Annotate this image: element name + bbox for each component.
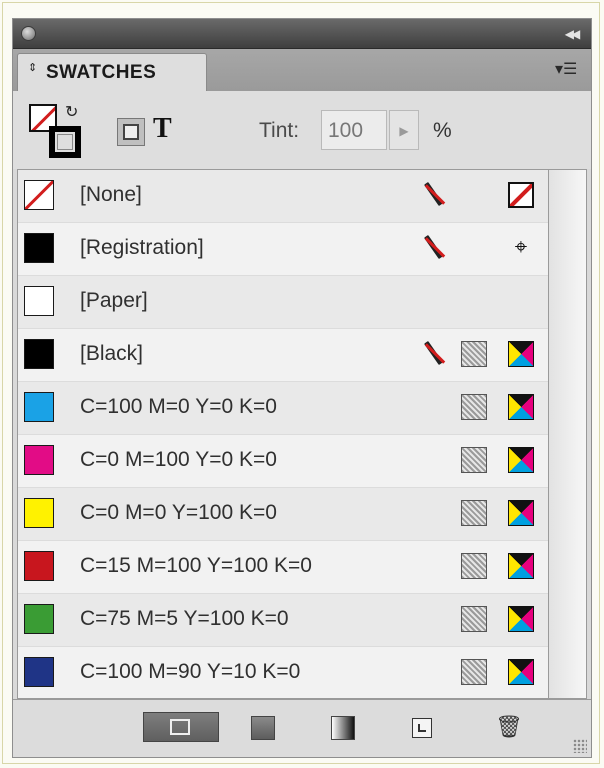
cmyk-mode-icon bbox=[508, 341, 534, 367]
cmyk-mode-icon bbox=[508, 394, 534, 420]
tint-unit: % bbox=[433, 119, 452, 142]
resize-grip[interactable] bbox=[573, 739, 587, 753]
swatch-color-chip bbox=[24, 445, 54, 475]
stroke-icon[interactable] bbox=[49, 126, 81, 158]
swatch-row[interactable]: [Black] bbox=[18, 329, 548, 382]
process-color-icon bbox=[461, 553, 487, 579]
swatch-row[interactable]: C=0 M=100 Y=0 K=0 bbox=[18, 435, 548, 488]
cmyk-mode-icon bbox=[508, 606, 534, 632]
process-color-icon bbox=[461, 447, 487, 473]
process-color-icon bbox=[461, 341, 487, 367]
tab-arrows-icon[interactable]: ⇕ bbox=[28, 63, 37, 74]
show-color-swatches-button[interactable] bbox=[251, 716, 275, 740]
swatch-toolbar: ↻ T Tint: 100 ▶ % bbox=[13, 91, 591, 169]
collapse-icon[interactable]: ◀◀ bbox=[561, 25, 581, 43]
cmyk-mode-icon bbox=[508, 553, 534, 579]
tint-label: Tint: bbox=[259, 119, 300, 142]
swatch-row[interactable]: C=100 M=90 Y=10 K=0 bbox=[18, 647, 548, 698]
new-swatch-button[interactable] bbox=[412, 718, 432, 738]
swatch-row[interactable]: [None] bbox=[18, 170, 548, 223]
process-color-icon bbox=[461, 606, 487, 632]
swatch-name: [None] bbox=[80, 183, 142, 206]
swatch-color-chip bbox=[24, 604, 54, 634]
process-color-icon bbox=[461, 394, 487, 420]
tab-label: SWATCHES bbox=[46, 62, 157, 83]
swatch-row[interactable]: C=75 M=5 Y=100 K=0 bbox=[18, 594, 548, 647]
process-color-icon bbox=[461, 500, 487, 526]
swatch-name: [Registration] bbox=[80, 236, 204, 259]
tint-stepper[interactable]: ▶ bbox=[389, 110, 419, 150]
swatches-panel: ◀◀ ⇕ SWATCHES ▾☰ ↻ T Tint: 100 ▶ % [None… bbox=[12, 18, 592, 758]
cmyk-mode-icon bbox=[508, 447, 534, 473]
swatch-name: C=0 M=0 Y=100 K=0 bbox=[80, 501, 277, 524]
show-gradient-swatches-button[interactable] bbox=[331, 716, 355, 740]
swatch-list[interactable]: [None] [Registration] ⌖ [Paper] [Black] C=100… bbox=[17, 169, 549, 699]
no-edit-pencil-icon bbox=[420, 339, 448, 369]
swatch-color-chip bbox=[24, 392, 54, 422]
show-all-swatches-button[interactable] bbox=[143, 712, 219, 742]
swatch-color-chip bbox=[24, 180, 54, 210]
cmyk-mode-icon bbox=[508, 500, 534, 526]
cmyk-mode-icon bbox=[508, 659, 534, 685]
swap-arrow-icon[interactable]: ↻ bbox=[65, 102, 78, 122]
no-edit-pencil-icon bbox=[420, 233, 448, 263]
swatch-row[interactable]: [Paper] bbox=[18, 276, 548, 329]
tab-swatches[interactable]: ⇕ SWATCHES bbox=[17, 53, 207, 91]
panel-bottom-bar: 🗑 bbox=[13, 699, 591, 757]
fill-stroke-widget[interactable]: ↻ bbox=[29, 104, 89, 160]
swatch-color-chip bbox=[24, 286, 54, 316]
swatch-name: C=75 M=5 Y=100 K=0 bbox=[80, 607, 289, 630]
panel-menu-icon[interactable]: ▾☰ bbox=[555, 59, 583, 81]
registration-target-icon: ⌖ bbox=[514, 234, 528, 259]
swatch-color-chip bbox=[24, 551, 54, 581]
swatch-name: [Black] bbox=[80, 342, 144, 365]
panel-titlebar[interactable]: ◀◀ bbox=[13, 19, 591, 49]
swatch-color-chip bbox=[24, 233, 54, 263]
swatch-color-chip bbox=[24, 657, 54, 687]
formatting-text-button[interactable]: T bbox=[153, 113, 172, 145]
swatch-name: C=100 M=90 Y=10 K=0 bbox=[80, 660, 301, 683]
swatch-color-chip bbox=[24, 498, 54, 528]
none-mode-icon bbox=[508, 182, 534, 208]
swatch-row[interactable]: C=100 M=0 Y=0 K=0 bbox=[18, 382, 548, 435]
close-panel-button[interactable] bbox=[21, 26, 36, 41]
swatch-row[interactable]: [Registration] ⌖ bbox=[18, 223, 548, 276]
swatch-row[interactable]: C=15 M=100 Y=100 K=0 bbox=[18, 541, 548, 594]
process-color-icon bbox=[461, 659, 487, 685]
swatch-row[interactable]: C=0 M=0 Y=100 K=0 bbox=[18, 488, 548, 541]
formatting-container-button[interactable] bbox=[117, 118, 145, 146]
swatch-name: C=100 M=0 Y=0 K=0 bbox=[80, 395, 277, 418]
swatch-color-chip bbox=[24, 339, 54, 369]
swatch-name: C=15 M=100 Y=100 K=0 bbox=[80, 554, 312, 577]
tint-input[interactable]: 100 bbox=[321, 110, 387, 150]
tab-strip: ⇕ SWATCHES ▾☰ bbox=[13, 49, 591, 91]
no-edit-pencil-icon bbox=[420, 180, 448, 210]
swatch-name: C=0 M=100 Y=0 K=0 bbox=[80, 448, 277, 471]
swatch-list-scrollbar[interactable] bbox=[549, 169, 587, 699]
delete-swatch-button[interactable]: 🗑 bbox=[495, 714, 523, 740]
swatch-name: [Paper] bbox=[80, 289, 148, 312]
